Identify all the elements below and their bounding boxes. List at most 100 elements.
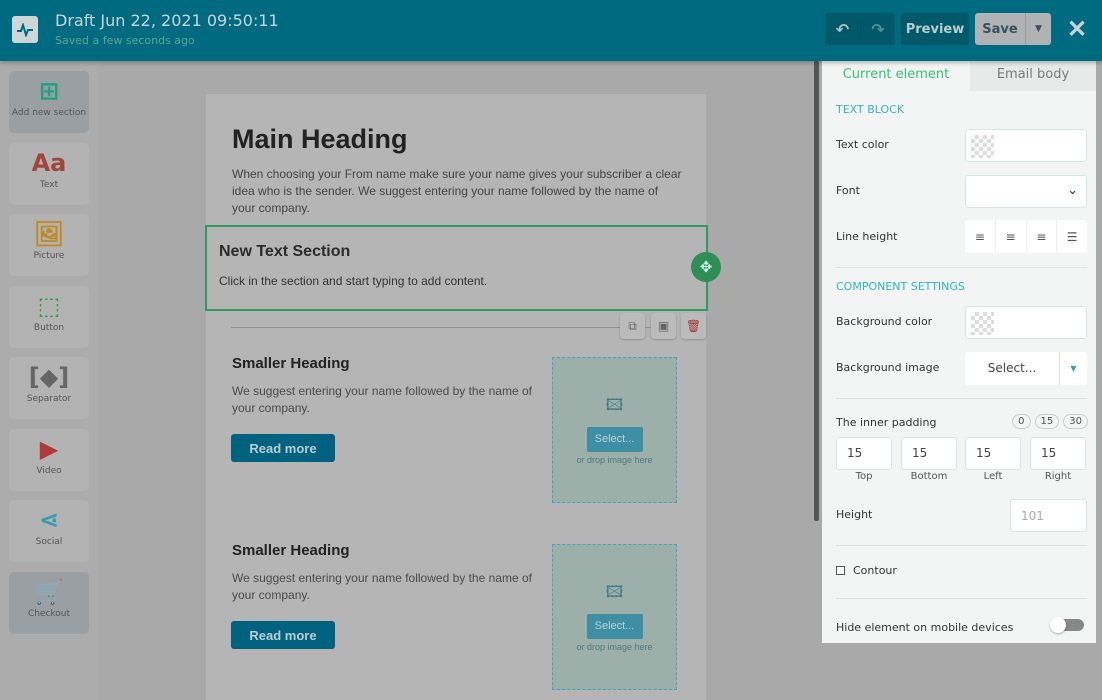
image-icon: 🖾 bbox=[605, 584, 624, 601]
padding-preset-15[interactable]: 15 bbox=[1034, 414, 1060, 429]
line-height-label: Line height bbox=[836, 230, 898, 243]
bg-image-label: Background image bbox=[836, 361, 940, 374]
height-label: Height bbox=[836, 508, 873, 521]
padding-bottom-label: Bottom bbox=[910, 471, 948, 482]
component-settings-heading: COMPONENT SETTINGS bbox=[836, 280, 965, 293]
tool-add-new-section[interactable]: ⊞ Add new section bbox=[9, 71, 89, 133]
drop-hint: or drop image here bbox=[576, 455, 653, 465]
font-select[interactable]: ⌄ bbox=[965, 175, 1087, 208]
block-body[interactable]: We suggest entering your name followed b… bbox=[232, 570, 532, 604]
padding-presets: 0 15 30 bbox=[1012, 414, 1088, 429]
intro-text[interactable]: When choosing your From name make sure y… bbox=[232, 166, 682, 217]
delete-icon[interactable]: 🗑 bbox=[681, 313, 706, 339]
read-more-button[interactable]: Read more bbox=[231, 621, 335, 649]
bg-image-select[interactable]: Select... ▼ bbox=[965, 352, 1087, 385]
selected-text-section[interactable]: New Text Section Click in the section an… bbox=[205, 225, 708, 311]
padding-bottom-input[interactable]: 15 bbox=[901, 437, 957, 470]
read-more-button[interactable]: Read more bbox=[231, 434, 335, 462]
padding-right-label: Right bbox=[1044, 471, 1072, 482]
section-body[interactable]: Click in the section and start typing to… bbox=[219, 274, 487, 288]
block-heading[interactable]: Smaller Heading bbox=[232, 355, 350, 372]
block-heading[interactable]: Smaller Heading bbox=[232, 542, 350, 559]
line-height-normal-icon[interactable]: ≡ bbox=[994, 220, 1026, 253]
tool-button[interactable]: ⬚ Button bbox=[9, 285, 89, 348]
tab-email-body[interactable]: Email body bbox=[970, 61, 1096, 91]
text-color-picker[interactable] bbox=[965, 129, 1087, 162]
padding-top-label: Top bbox=[855, 471, 873, 482]
top-bar: Draft Jun 22, 2021 09:50:11 Saved a few … bbox=[0, 0, 1102, 61]
tool-sidebar: ⊞ Add new section Aa Text 🖼 Picture ⬚ Button [◆]… bbox=[0, 61, 99, 700]
tool-label: Social bbox=[35, 537, 63, 547]
tool-icon: 🛒 bbox=[34, 577, 64, 606]
draft-title: Draft Jun 22, 2021 09:50:11 bbox=[55, 11, 279, 30]
divider bbox=[836, 545, 1087, 546]
save-block-icon[interactable]: ▣ bbox=[651, 313, 676, 339]
canvas-scrollbar[interactable] bbox=[814, 61, 819, 521]
padding-preset-0[interactable]: 0 bbox=[1012, 414, 1031, 429]
text-block-heading: TEXT BLOCK bbox=[836, 103, 905, 116]
text-color-label: Text color bbox=[836, 138, 889, 151]
padding-right-input[interactable]: 15 bbox=[1030, 437, 1086, 470]
hide-mobile-toggle[interactable] bbox=[1050, 617, 1084, 633]
line-height-relaxed-icon[interactable]: ≡ bbox=[1025, 220, 1057, 253]
line-height-options: ≡ ≡ ≡ ☰ bbox=[965, 220, 1087, 253]
tool-separator[interactable]: [◆] Separator bbox=[9, 357, 89, 419]
tool-label: Picture bbox=[33, 251, 65, 261]
tool-picture[interactable]: 🖼 Picture bbox=[9, 214, 89, 276]
image-placeholder[interactable]: 🖾 Select... or drop image here bbox=[552, 357, 677, 503]
image-icon: 🖾 bbox=[605, 397, 624, 414]
save-status: Saved a few seconds ago bbox=[55, 34, 195, 47]
tool-social[interactable]: ⋖ Social bbox=[9, 500, 89, 562]
image-placeholder[interactable]: 🖾 Select... or drop image here bbox=[552, 544, 677, 690]
padding-left-input[interactable]: 15 bbox=[965, 437, 1021, 470]
line-height-compact-icon[interactable]: ≡ bbox=[965, 220, 995, 253]
select-image-button[interactable]: Select... bbox=[586, 614, 643, 639]
save-button-group: Save ▼ bbox=[975, 13, 1051, 45]
bg-color-label: Background color bbox=[836, 315, 933, 328]
block-body[interactable]: We suggest entering your name followed b… bbox=[232, 383, 532, 417]
redo-icon[interactable]: ↷ bbox=[860, 19, 895, 39]
divider bbox=[836, 398, 1087, 399]
settings-panel: Current element Email body TEXT BLOCK Te… bbox=[822, 61, 1096, 643]
separator bbox=[231, 327, 671, 328]
close-icon[interactable]: ✕ bbox=[1067, 15, 1087, 44]
caret-down-icon[interactable]: ▼ bbox=[1059, 352, 1087, 385]
padding-preset-30[interactable]: 30 bbox=[1063, 414, 1088, 429]
select-image-button[interactable]: Select... bbox=[586, 427, 643, 452]
tool-checkout[interactable]: 🛒 Checkout bbox=[9, 571, 89, 634]
tool-label: Button bbox=[33, 322, 65, 333]
tool-video[interactable]: ▶ Video bbox=[9, 428, 89, 491]
tool-icon: ⋖ bbox=[38, 506, 60, 534]
tool-icon: 🖼 bbox=[33, 220, 65, 248]
tool-icon: ⬚ bbox=[37, 291, 61, 320]
bg-image-select-label[interactable]: Select... bbox=[965, 352, 1059, 385]
move-icon[interactable]: ✥ bbox=[691, 252, 721, 282]
padding-left-label: Left bbox=[983, 471, 1003, 482]
tool-label: Text bbox=[39, 179, 59, 190]
section-heading[interactable]: New Text Section bbox=[219, 243, 350, 261]
duplicate-icon[interactable]: ⧉ bbox=[620, 313, 645, 339]
transparent-swatch-icon bbox=[971, 135, 994, 158]
save-dropdown-icon[interactable]: ▼ bbox=[1025, 13, 1051, 45]
tab-current-element[interactable]: Current element bbox=[822, 61, 970, 91]
app-logo-icon[interactable] bbox=[12, 16, 38, 43]
main-heading[interactable]: Main Heading bbox=[232, 124, 408, 155]
save-button[interactable]: Save bbox=[975, 22, 1025, 37]
font-label: Font bbox=[836, 184, 860, 197]
undo-icon[interactable]: ↶ bbox=[825, 20, 860, 39]
line-height-loose-icon[interactable]: ☰ bbox=[1056, 220, 1087, 253]
contour-label: Contour bbox=[853, 564, 897, 577]
tool-icon: ⊞ bbox=[38, 77, 60, 105]
tool-text[interactable]: Aa Text bbox=[9, 142, 89, 205]
tool-label: Video bbox=[36, 465, 62, 476]
tool-icon: [◆] bbox=[28, 363, 70, 391]
chevron-down-icon: ⌄ bbox=[1067, 183, 1078, 198]
height-input[interactable]: 101 bbox=[1010, 499, 1087, 532]
tool-label: Separator bbox=[26, 394, 72, 404]
contour-checkbox[interactable] bbox=[836, 566, 845, 575]
divider bbox=[836, 598, 1087, 599]
bg-color-picker[interactable] bbox=[965, 306, 1087, 339]
preview-button[interactable]: Preview bbox=[901, 13, 969, 45]
padding-top-input[interactable]: 15 bbox=[836, 437, 892, 470]
divider bbox=[836, 267, 1087, 268]
